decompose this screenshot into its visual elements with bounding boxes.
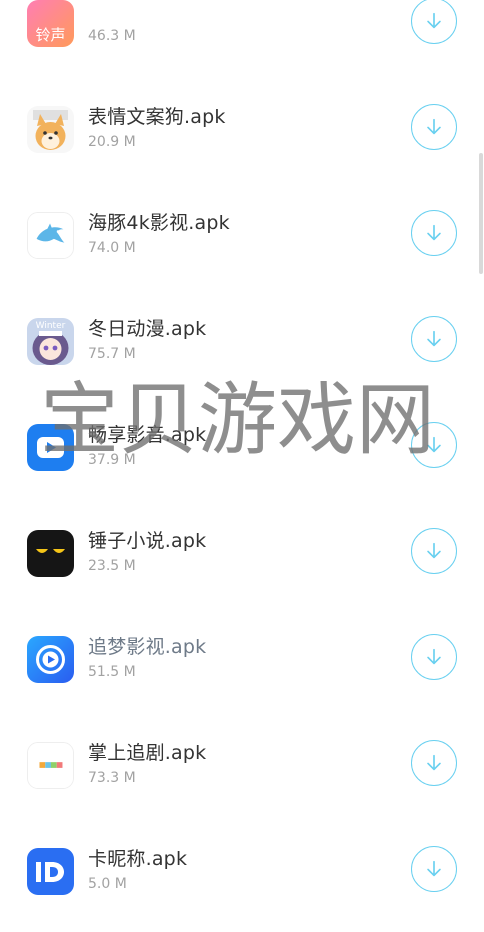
play-circle-icon[interactable] <box>27 636 74 683</box>
download-button[interactable] <box>411 210 457 256</box>
download-arrow-icon <box>427 542 441 559</box>
app-name: 卡昵称.apk <box>88 848 188 870</box>
list-item[interactable]: Winter 冬日动漫.apk 75.7 M <box>0 296 484 402</box>
list-item[interactable]: 掌上追剧.apk 73.3 M <box>0 720 484 826</box>
tv-logo-icon[interactable] <box>27 742 74 789</box>
app-size: 46.3 M <box>88 28 136 44</box>
play-media-icon[interactable] <box>27 424 74 471</box>
anime-girl-icon[interactable]: Winter <box>27 318 74 365</box>
app-name: 掌上追剧.apk <box>88 742 207 764</box>
app-name: 冬日动漫.apk <box>88 318 207 340</box>
app-size: 37.9 M <box>88 452 136 468</box>
download-button[interactable] <box>411 528 457 574</box>
id-card-icon[interactable] <box>27 848 74 895</box>
app-size: 51.5 M <box>88 664 136 680</box>
app-size: 20.9 M <box>88 134 136 150</box>
dolphin-icon[interactable] <box>27 212 74 259</box>
download-button[interactable] <box>411 0 457 44</box>
list-item[interactable]: 表情文案狗.apk 20.9 M <box>0 84 484 190</box>
app-size: 75.7 M <box>88 346 136 362</box>
app-size: 23.5 M <box>88 558 136 574</box>
download-button[interactable] <box>411 104 457 150</box>
app-name: 表情文案狗.apk <box>88 106 226 128</box>
app-size: 74.0 M <box>88 240 136 256</box>
list-item[interactable]: 海豚4k影视.apk 74.0 M <box>0 190 484 296</box>
app-name: 畅享影音.apk <box>88 424 207 446</box>
list-item[interactable]: 畅享影音.apk 37.9 M <box>0 402 484 508</box>
list-item[interactable]: 追梦影视.apk 51.5 M <box>0 614 484 720</box>
app-name: 锤子小说.apk <box>88 530 207 552</box>
scrollbar-thumb[interactable] <box>479 153 483 274</box>
ringtone-app-icon[interactable]: 铃声 <box>27 0 74 47</box>
app-name: 追梦影视.apk <box>88 636 207 658</box>
download-arrow-icon <box>427 118 441 135</box>
svg-text:铃声: 铃声 <box>35 26 65 44</box>
list-item[interactable]: 锤子小说.apk 23.5 M <box>0 508 484 614</box>
download-arrow-icon <box>427 754 441 771</box>
download-button[interactable] <box>411 634 457 680</box>
svg-text:Winter: Winter <box>36 321 66 331</box>
download-arrow-icon <box>427 436 441 453</box>
app-size: 73.3 M <box>88 770 136 786</box>
download-button[interactable] <box>411 740 457 786</box>
download-arrow-icon <box>427 860 441 877</box>
download-button[interactable] <box>411 846 457 892</box>
app-size: 5.0 M <box>88 876 127 892</box>
list-item[interactable]: 卡昵称.apk 5.0 M <box>0 826 484 932</box>
download-arrow-icon <box>427 330 441 347</box>
eyes-icon[interactable] <box>27 530 74 577</box>
app-name: 海豚4k影视.apk <box>88 212 230 234</box>
download-button[interactable] <box>411 316 457 362</box>
download-arrow-icon <box>427 224 441 241</box>
download-arrow-icon <box>427 12 441 29</box>
list-item[interactable]: 铃声 46.3 M <box>0 0 484 84</box>
download-button[interactable] <box>411 422 457 468</box>
apk-list: 铃声 46.3 M 表情文案狗.apk 20.9 M 海豚4k影视.apk 74… <box>0 0 484 932</box>
shiba-dog-icon[interactable] <box>27 106 74 153</box>
download-arrow-icon <box>427 648 441 665</box>
